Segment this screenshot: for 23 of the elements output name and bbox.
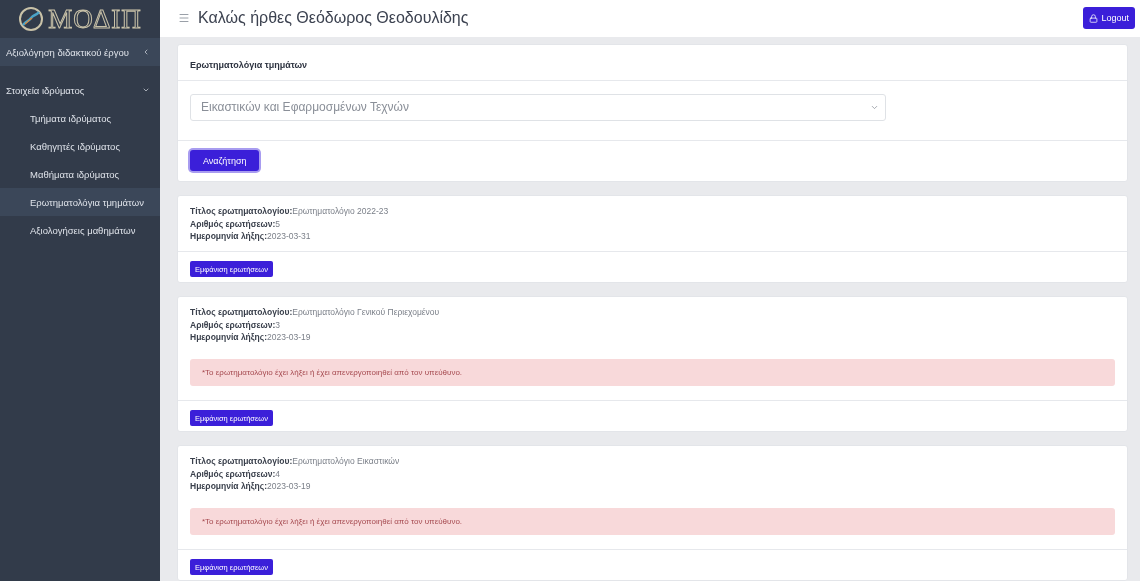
expired-notice: *Το ερωτηματολόγιο έχει λήξει ή έχει απενεργοποιηθεί από τον υπεύθυνο. xyxy=(190,507,1115,535)
menu-icon[interactable] xyxy=(178,12,190,25)
sidebar-subitem[interactable]: Ερωτηματολόγια τμημάτων xyxy=(0,188,160,216)
count-line: Αριθμός ερωτήσεων:4 xyxy=(190,467,282,480)
search-button[interactable]: Αναζήτηση xyxy=(190,150,260,171)
title-line: Τίτλος ερωτηματολογίου:Ερωτηματολόγιο Γενικού Περιεχομένου xyxy=(190,306,441,319)
expiry-line: Ημερομηνία λήξης:2023-03-19 xyxy=(190,480,312,493)
chevron-left-icon xyxy=(142,48,150,56)
expiry-line: Ημερομηνία λήξης:2023-03-19 xyxy=(190,331,312,344)
chevron-down-icon xyxy=(142,86,150,94)
title-line: Τίτλος ερωτηματολογίου:Ερωτηματολόγιο 2022-23 xyxy=(190,205,390,218)
expiry-line: Ημερομηνία λήξης:2023-03-31 xyxy=(190,230,312,243)
logo-icon xyxy=(18,6,45,32)
card-title: Ερωτηματολόγια τμημάτων xyxy=(190,59,308,70)
title-line: Τίτλος ερωτηματολογίου:Ερωτηματολόγιο Εικαστικών xyxy=(190,455,401,468)
logout-button[interactable]: Logout xyxy=(1083,7,1135,30)
lock-icon xyxy=(1089,13,1099,23)
logo-text: ΜΟΔΙΠ xyxy=(48,3,142,35)
page-title: Καλώς ήρθες Θεόδωρος Θεοδουλίδης xyxy=(198,9,470,28)
count-line: Αριθμός ερωτήσεων:5 xyxy=(190,217,282,230)
sidebar-item[interactable]: Αξιολόγηση διδακτικού έργου xyxy=(0,38,160,66)
expired-notice: *Το ερωτηματολόγιο έχει λήξει ή έχει απενεργοποιηθεί από τον υπεύθυνο. xyxy=(190,358,1115,386)
count-line: Αριθμός ερωτήσεων:3 xyxy=(190,318,282,331)
